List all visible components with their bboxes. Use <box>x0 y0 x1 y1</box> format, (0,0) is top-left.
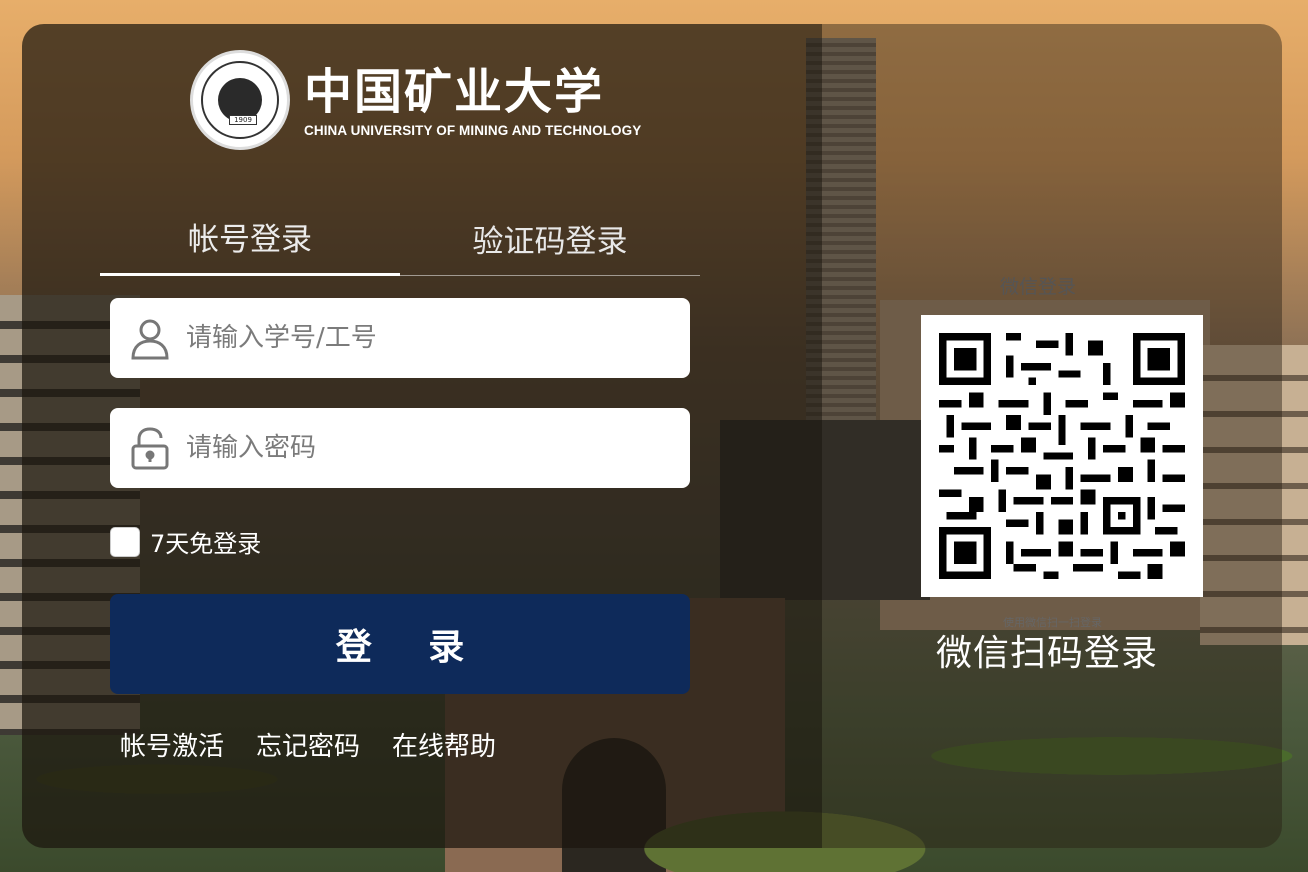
university-emblem-icon: 1909 <box>190 50 290 150</box>
username-input[interactable] <box>186 323 666 353</box>
wechat-login-title: 微信登录 <box>1000 276 1077 298</box>
emblem-year: 1909 <box>229 115 257 125</box>
password-field[interactable] <box>110 408 690 488</box>
remember-label: 7天免登录 <box>150 530 262 558</box>
username-field[interactable] <box>110 298 690 378</box>
emblem-ring <box>201 61 279 139</box>
wechat-qr-code[interactable] <box>921 315 1203 597</box>
logo-text: 中国矿业大学 CHINA UNIVERSITY OF MINING AND TE… <box>304 63 641 138</box>
online-help-link[interactable]: 在线帮助 <box>392 726 496 763</box>
help-links: 帐号激活 忘记密码 在线帮助 <box>120 726 496 763</box>
login-tabs: 帐号登录 验证码登录 <box>100 200 700 276</box>
tab-code-login[interactable]: 验证码登录 <box>400 200 700 276</box>
login-button[interactable]: 登 录 <box>110 594 690 694</box>
forgot-password-link[interactable]: 忘记密码 <box>256 726 360 763</box>
logo-name-en: CHINA UNIVERSITY OF MINING AND TECHNOLOG… <box>304 122 642 138</box>
remember-me[interactable]: 7天免登录 <box>110 524 261 559</box>
qr-code-icon <box>939 333 1185 579</box>
password-input[interactable] <box>186 433 666 463</box>
logo-name-cn: 中国矿业大学 <box>304 63 605 120</box>
user-icon <box>128 316 172 360</box>
wechat-scan-label: 微信扫码登录 <box>936 633 1159 674</box>
remember-checkbox[interactable] <box>110 526 140 557</box>
lock-icon <box>128 426 172 470</box>
tab-account-login[interactable]: 帐号登录 <box>100 200 400 276</box>
activate-account-link[interactable]: 帐号激活 <box>120 726 224 763</box>
university-logo: 1909 中国矿业大学 CHINA UNIVERSITY OF MINING A… <box>190 50 641 150</box>
